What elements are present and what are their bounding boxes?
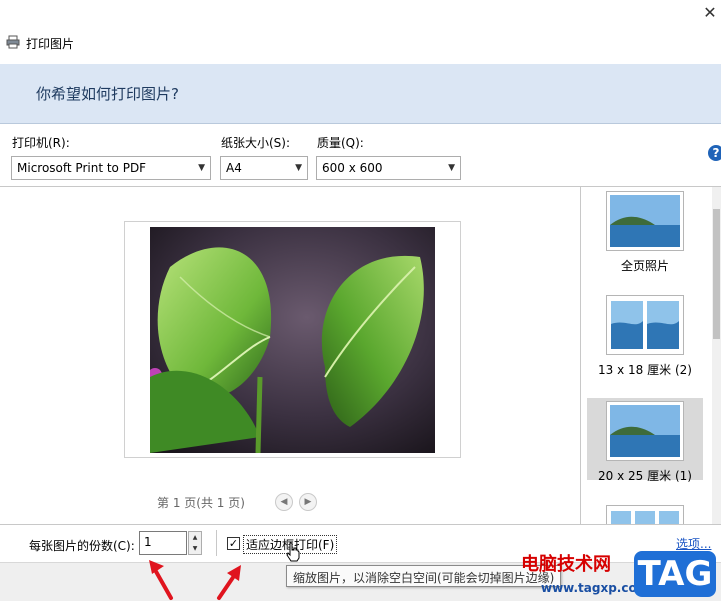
layout-caption: 13 x 18 厘米 (2) bbox=[598, 363, 692, 377]
quality-select[interactable]: 600 x 600 ▼ bbox=[316, 156, 461, 180]
layout-scrollbar[interactable] bbox=[712, 187, 721, 524]
divider bbox=[216, 530, 217, 556]
copies-stepper[interactable]: ▲ ▼ bbox=[188, 531, 202, 555]
fit-to-frame-checkbox[interactable]: ✓ bbox=[227, 537, 240, 550]
printer-icon bbox=[6, 35, 20, 52]
layout-thumbnail bbox=[606, 505, 684, 524]
quality-select-value: 600 x 600 bbox=[322, 161, 383, 175]
annotation-arrow-icon bbox=[214, 563, 244, 601]
layout-caption: 全页照片 bbox=[620, 259, 669, 273]
layout-option-next[interactable] bbox=[587, 505, 703, 524]
paper-size-label: 纸张大小(S): bbox=[221, 136, 291, 150]
tag-logo: TAG bbox=[634, 551, 716, 597]
watermark-url: www.tagxp.com bbox=[541, 581, 650, 595]
printer-select[interactable]: Microsoft Print to PDF ▼ bbox=[11, 156, 211, 180]
copies-input[interactable]: 1 bbox=[139, 531, 187, 555]
layout-option-20x25[interactable]: 20 x 25 厘米 (1) bbox=[587, 398, 703, 483]
copies-label: 每张图片的份数(C): bbox=[29, 539, 135, 553]
dialog-title: 打印图片 bbox=[26, 36, 75, 51]
layout-thumbnail bbox=[606, 295, 684, 355]
hand-cursor-icon bbox=[285, 542, 301, 565]
chevron-down-icon: ▼ bbox=[198, 163, 205, 173]
printer-label: 打印机(R): bbox=[12, 136, 70, 150]
chevron-down-icon: ▼ bbox=[448, 163, 455, 173]
layout-option-full-page[interactable]: 全页照片 bbox=[587, 191, 703, 281]
layout-thumbnail bbox=[606, 401, 684, 461]
options-link[interactable]: 选项... bbox=[676, 535, 711, 552]
next-page-button[interactable]: ▶ bbox=[299, 493, 317, 511]
help-icon[interactable]: ? bbox=[708, 145, 721, 161]
dialog-title-row: 打印图片 bbox=[6, 34, 74, 52]
chevron-down-icon: ▼ bbox=[295, 163, 302, 173]
previous-page-button[interactable]: ◀ bbox=[275, 493, 293, 511]
scrollbar-thumb[interactable] bbox=[713, 209, 720, 339]
spin-down-icon[interactable]: ▼ bbox=[189, 543, 201, 554]
quality-label: 质量(Q): bbox=[317, 136, 364, 150]
watermark-site-name: 电脑技术网 bbox=[521, 554, 611, 575]
layout-thumbnail bbox=[606, 191, 684, 251]
page-indicator: 第 1 页(共 1 页) bbox=[157, 496, 245, 510]
header-question: 你希望如何打印图片? bbox=[36, 85, 179, 103]
triangle-left-icon: ◀ bbox=[280, 497, 288, 507]
layout-option-13x18[interactable]: 13 x 18 厘米 (2) bbox=[587, 295, 703, 387]
print-pictures-dialog: ✕ 打印图片 你希望如何打印图片? 打印机(R): 纸张大小(S): 质量(Q)… bbox=[0, 0, 721, 601]
layout-list: 全页照片 13 x 18 厘米 (2) 20 x 25 厘米 (1) bbox=[580, 186, 721, 524]
preview-photo bbox=[148, 227, 435, 454]
spin-up-icon[interactable]: ▲ bbox=[189, 532, 201, 543]
paper-size-select-value: A4 bbox=[226, 161, 242, 175]
layout-caption: 20 x 25 厘米 (1) bbox=[598, 469, 692, 483]
printer-select-value: Microsoft Print to PDF bbox=[17, 161, 147, 175]
triangle-right-icon: ▶ bbox=[304, 497, 312, 507]
paper-size-select[interactable]: A4 ▼ bbox=[220, 156, 308, 180]
annotation-arrow-icon bbox=[146, 558, 176, 601]
header-band: 你希望如何打印图片? bbox=[0, 64, 721, 124]
close-button[interactable]: ✕ bbox=[700, 3, 720, 23]
